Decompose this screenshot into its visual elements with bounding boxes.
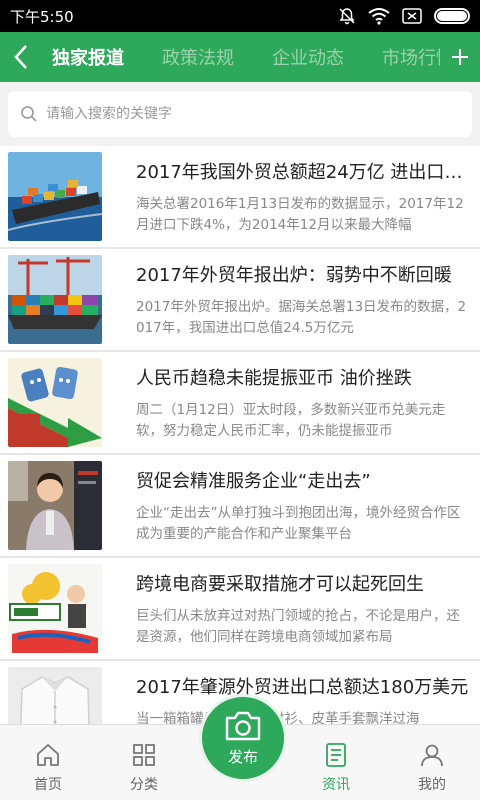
search-box[interactable] — [8, 91, 472, 137]
news-title: 2017年我国外贸总额超24万亿 进出口双双回升 — [136, 162, 472, 183]
camera-icon — [225, 711, 261, 740]
news-title: 2017年外贸年报出炉：弱势中不断回暖 — [136, 265, 452, 286]
plus-icon — [452, 49, 468, 65]
news-summary: 当一箱箱罐头、一件件衬衫、皮革手套飘洋过海 — [136, 709, 472, 724]
status-icons — [338, 7, 470, 25]
status-bar: 下午5:50 — [0, 0, 480, 32]
tab-me[interactable]: 我的 — [384, 725, 480, 800]
news-title: 跨境电商要采取措施才可以起死回生 — [136, 574, 424, 595]
category-tabs: 独家报道 政策法规 企业动态 市场行情 — [42, 44, 480, 70]
news-title: 贸促会精准服务企业“走出去” — [136, 471, 371, 492]
news-item[interactable]: 2017年外贸年报出炉：弱势中不断回暖 2017年外贸年报出炉。据海关总署13日… — [0, 249, 480, 352]
battery-icon — [434, 8, 470, 24]
user-icon — [421, 744, 443, 766]
publish-label: 发布 — [227, 747, 258, 766]
tab-company-news[interactable]: 企业动态 — [272, 44, 344, 70]
news-item[interactable]: 2017年我国外贸总额超24万亿 进出口双双回升 海关总署2016年1月13日发… — [0, 146, 480, 249]
back-button[interactable] — [0, 32, 42, 82]
news-item[interactable]: 人民币趋稳未能提振亚币 油价挫跌 周二（1月12日）亚太时段，多数新兴亚币兑美元… — [0, 352, 480, 455]
grid-icon — [133, 743, 155, 766]
search-input[interactable] — [46, 106, 472, 122]
woman-expo-thumb — [8, 461, 102, 550]
tab-category[interactable]: 分类 — [96, 725, 192, 800]
news-summary: 巨头们从未放弃过对热门领域的抢占，不论是用户，还是资源，他们同样在跨境电商领域加… — [136, 608, 460, 645]
white-shirt-thumb — [8, 667, 102, 724]
tab-home-label: 首页 — [34, 776, 62, 793]
tab-me-label: 我的 — [418, 776, 446, 793]
news-list: 2017年我国外贸总额超24万亿 进出口双双回升 海关总署2016年1月13日发… — [0, 146, 480, 724]
news-item[interactable]: 贸促会精准服务企业“走出去” 企业“走出去”从单打独斗到抱团出海，境外经贸合作区… — [0, 455, 480, 558]
news-summary: 企业“走出去”从单打独斗到抱团出海，境外经贸合作区成为重要的产能合作和产业聚集平… — [136, 505, 461, 542]
tab-news[interactable]: 资讯 — [288, 725, 384, 800]
news-title: 2017年肇源外贸进出口总额达180万美元 — [136, 677, 469, 698]
tab-policy[interactable]: 政策法规 — [162, 44, 234, 70]
news-item[interactable]: 跨境电商要采取措施才可以起死回生 巨头们从未放弃过对热门领域的抢占，不论是用户，… — [0, 558, 480, 661]
news-title: 人民币趋稳未能提振亚币 油价挫跌 — [136, 368, 412, 389]
news-icon — [326, 742, 346, 767]
top-nav: 独家报道 政策法规 企业动态 市场行情 — [0, 32, 480, 82]
tab-category-label: 分类 — [130, 776, 158, 793]
wifi-icon — [368, 8, 390, 25]
tab-news-label: 资讯 — [322, 776, 350, 793]
home-icon — [37, 743, 59, 766]
news-summary: 2017年外贸年报出炉。据海关总署13日发布的数据，2017年，我国进出口总值2… — [136, 299, 467, 336]
publish-button[interactable]: 发布 — [199, 694, 287, 782]
tab-exclusive[interactable]: 独家报道 — [52, 44, 124, 70]
tab-home[interactable]: 首页 — [0, 725, 96, 800]
mute-icon — [339, 8, 355, 25]
cargo-ship-thumb — [8, 152, 102, 241]
news-summary: 周二（1月12日）亚太时段，多数新兴亚币兑美元走软，努力稳定人民币汇率，仍未能提… — [136, 402, 446, 439]
ecommerce-cartoon-thumb — [8, 564, 102, 653]
container-port-thumb — [8, 255, 102, 344]
sim-icon — [402, 8, 422, 24]
status-time: 下午5:50 — [10, 7, 74, 26]
search-area — [0, 82, 480, 146]
add-tab-button[interactable] — [440, 32, 480, 82]
oil-barrels-thumb — [8, 358, 102, 447]
chevron-left-icon — [14, 45, 27, 69]
search-icon — [21, 106, 37, 122]
news-summary: 海关总署2016年1月13日发布的数据显示，2017年12月进口下跌4%，为20… — [136, 196, 464, 233]
